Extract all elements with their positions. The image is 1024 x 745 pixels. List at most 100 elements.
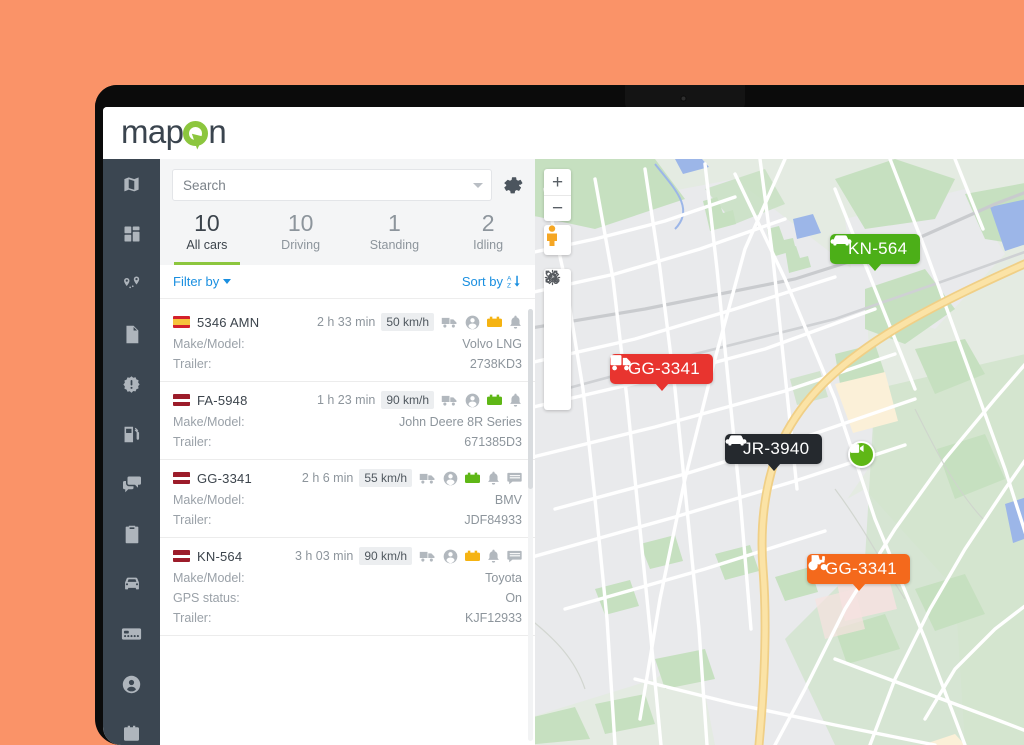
vehicle-detail-value: 671385D3 (464, 435, 522, 449)
battery-status[interactable] (465, 550, 480, 562)
vehicle-speed-badge: 90 km/h (381, 391, 434, 409)
sidebar-item-messages[interactable] (103, 459, 160, 509)
messages-icon (122, 476, 141, 493)
vehicle-detail-label: GPS status: (173, 591, 240, 605)
tab-standing[interactable]: 1 Standing (348, 205, 442, 265)
vehicle-duration: 3 h 03 min (294, 549, 354, 563)
sidebar-item-routes[interactable] (103, 259, 160, 309)
battery-status[interactable] (487, 394, 502, 406)
battery-status[interactable] (487, 316, 502, 328)
country-flag-icon (173, 550, 190, 562)
zoom-in-button[interactable]: + (544, 169, 571, 195)
vehicle-plate: 5346 AMN (197, 314, 260, 330)
sidebar-item-map[interactable] (103, 159, 160, 209)
driver-icon (465, 315, 480, 329)
vehicle-detail-label: Make/Model: (173, 415, 245, 429)
sidebar-item-alerts[interactable] (103, 359, 160, 409)
gear-icon[interactable] (502, 175, 523, 196)
tab-idling[interactable]: 2 Idling (441, 205, 535, 265)
sidebar-item-tachograph[interactable] (103, 609, 160, 659)
sort-by-label: Sort by (461, 274, 503, 289)
tab-driving[interactable]: 10 Driving (254, 205, 348, 265)
marker-label: GG-3341 (628, 359, 701, 378)
vehicle-duration: 2 h 6 min (301, 471, 354, 485)
message-icon (507, 472, 522, 484)
sidebar-item-fuel[interactable] (103, 409, 160, 459)
vehicle-row[interactable]: GG-3341 2 h 6 min 55 km/h Make/Model: BMV Tra… (160, 460, 535, 538)
vehicle-detail-line: Trailer: 2738KD3 (173, 354, 522, 374)
alert-status[interactable] (509, 315, 522, 330)
battery-status[interactable] (465, 472, 480, 484)
route-icon[interactable] (544, 271, 571, 326)
map-marker[interactable]: GG-3341 (610, 354, 714, 391)
driver-status[interactable] (443, 471, 458, 486)
network-icon[interactable] (544, 271, 571, 353)
vehicle-detail-label: Trailer: (173, 357, 212, 371)
fullscreen-icon[interactable] (544, 270, 571, 380)
sidebar-item-reports[interactable] (103, 309, 160, 359)
driver-status[interactable] (443, 549, 458, 564)
zoom-out-icon: − (551, 198, 564, 219)
map-marker[interactable]: GG-3341 (807, 554, 911, 591)
vehicle-plate: KN-564 (197, 548, 243, 564)
street-view-pegman-button[interactable] (544, 225, 571, 255)
video-camera-icon (850, 444, 864, 453)
logo-pin-icon (183, 113, 209, 151)
vehicle-detail-value: BMV (494, 493, 522, 507)
map-marker[interactable]: JR-3940 (725, 434, 823, 471)
map-canvas[interactable]: + − KN-564 GG-3341 JR-3940 GG-3341 (535, 159, 1024, 745)
tab-count: 10 (287, 210, 314, 236)
sidebar-item-drivers[interactable] (103, 659, 160, 709)
message-status[interactable] (507, 550, 522, 563)
tab-label: Standing (369, 238, 420, 252)
trailer-status[interactable] (419, 550, 436, 563)
vehicle-detail-label: Make/Model: (173, 337, 245, 351)
vehicle-list-panel: 10 All cars 10 Driving 1 Standing 2 Idling Filt… (160, 159, 535, 745)
marker-label: KN-564 (848, 239, 908, 258)
map-marker[interactable]: KN-564 (830, 234, 921, 271)
tab-all-cars[interactable]: 10 All cars (160, 205, 254, 265)
search-input[interactable] (183, 177, 473, 193)
driver-icon (443, 549, 458, 563)
trailer-icon (441, 395, 457, 406)
dashboard-icon (124, 226, 139, 242)
sidebar-item-vehicles[interactable] (103, 559, 160, 609)
vehicle-list[interactable]: 5346 AMN 2 h 33 min 50 km/h Make/Model: Volv… (160, 304, 535, 745)
laptop-top-bezel (95, 85, 1024, 107)
filter-by-button[interactable]: Filter by (173, 274, 232, 289)
message-status[interactable] (507, 472, 522, 485)
reports-icon (125, 325, 138, 343)
tab-count: 2 (481, 210, 495, 236)
sidebar-item-tasks[interactable] (103, 509, 160, 559)
tab-count: 1 (387, 210, 401, 236)
list-scrollbar-thumb[interactable] (528, 309, 533, 489)
alert-status[interactable] (487, 549, 500, 564)
battery-icon (465, 550, 480, 561)
vehicle-row[interactable]: FA-5948 1 h 23 min 90 km/h Make/Model: John … (160, 382, 535, 460)
vehicle-detail-label: Trailer: (173, 611, 212, 625)
marker-label: JR-3940 (743, 439, 810, 458)
alert-status[interactable] (487, 471, 500, 486)
vehicle-row[interactable]: KN-564 3 h 03 min 90 km/h Make/Model: Toyota… (160, 538, 535, 636)
zoom-out-button[interactable]: − (544, 195, 571, 221)
driver-status[interactable] (465, 393, 480, 408)
trailer-status[interactable] (441, 316, 458, 329)
tasks-icon (125, 525, 138, 543)
vehicle-detail-label: Trailer: (173, 435, 212, 449)
driver-status[interactable] (465, 315, 480, 330)
vehicle-detail-line: Make/Model: BMV (173, 490, 522, 510)
sidebar-item-dashboard[interactable] (103, 209, 160, 259)
chevron-down-icon[interactable] (473, 182, 483, 188)
search-box[interactable] (172, 169, 492, 201)
locate-icon[interactable] (544, 269, 571, 407)
primary-sidebar (103, 159, 160, 745)
sidebar-item-maintenance[interactable] (103, 709, 160, 745)
vehicle-row[interactable]: 5346 AMN 2 h 33 min 50 km/h Make/Model: Volv… (160, 304, 535, 382)
vehicle-status-icons (441, 315, 522, 330)
trailer-status[interactable] (441, 394, 458, 407)
car-icon (725, 435, 747, 446)
video-camera-badge[interactable] (848, 441, 875, 468)
sort-by-button[interactable]: Sort by AZ (462, 274, 522, 289)
trailer-status[interactable] (419, 472, 436, 485)
alert-status[interactable] (509, 393, 522, 408)
